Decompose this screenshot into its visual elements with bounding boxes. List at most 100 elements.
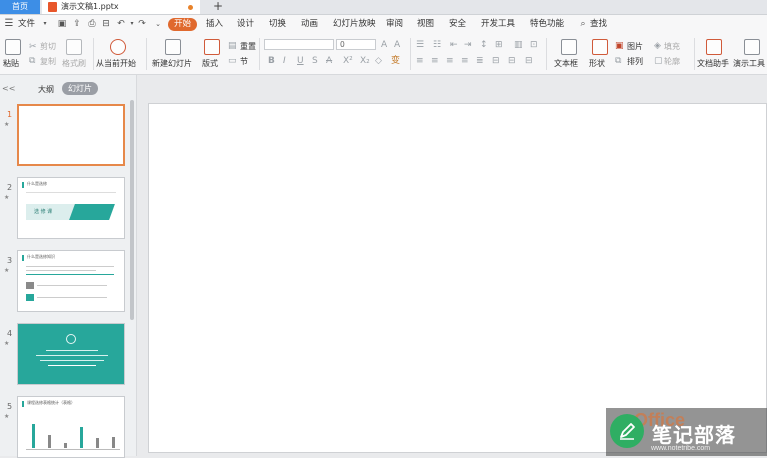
slides-tab[interactable]: 幻灯片 [62,82,98,95]
customize-icon[interactable]: ⌄ [153,19,163,29]
menu-developer[interactable]: 开发工具 [481,15,515,34]
align-right-icon[interactable]: ≡ [446,56,454,66]
preview-icon[interactable]: ⊟ [101,19,111,29]
undo-icon[interactable]: ↶ [116,19,126,29]
textbox-button[interactable]: 文本框 [554,58,578,69]
slide-thumbnail-1[interactable] [17,104,125,166]
convert-icon[interactable]: ⊟ [525,56,533,66]
menu-slideshow[interactable]: 幻灯片放映 [333,15,376,34]
distribute-icon[interactable]: ≣ [476,56,484,66]
menu-file[interactable]: 文件 [18,15,35,34]
slide-thumbnail-5[interactable]: 课程选修表格统计（表格） [17,396,125,458]
paste-button[interactable]: 粘贴 [3,58,19,69]
text-line [26,266,114,267]
underline-icon[interactable]: U [297,56,304,66]
slide-thumbnail-3[interactable]: 什么是选修知识 [17,250,125,312]
subscript-icon[interactable]: X₂ [360,56,370,66]
menu-animation[interactable]: 动画 [301,15,318,34]
presentation-tools-icon[interactable] [744,39,760,55]
shadow-icon[interactable]: S [312,56,318,66]
vertical-align-icon[interactable]: ⊟ [492,56,500,66]
title-marker [22,182,24,188]
superscript-icon[interactable]: X² [343,56,353,66]
current-slide-canvas[interactable] [148,103,767,453]
arrange-button[interactable]: 排列 [627,56,643,67]
print-icon[interactable]: ⎙ [87,19,97,29]
textbox-icon[interactable] [561,39,577,55]
numbering-icon[interactable]: ☷ [433,40,441,50]
menu-insert[interactable]: 插入 [206,15,223,34]
from-current-button[interactable]: 从当前开始 [96,58,136,69]
menu-review[interactable]: 审阅 [386,15,403,34]
menu-home[interactable]: 开始 [168,18,198,31]
slide-thumbnail-4[interactable] [17,323,125,385]
thumb-bar [112,437,115,448]
menu-transition[interactable]: 切换 [269,15,286,34]
font-name-select[interactable] [264,39,334,50]
justify-icon[interactable]: ≡ [461,56,469,66]
presentation-tools-button[interactable]: 演示工具 [733,58,765,69]
hamburger-menu-icon[interactable]: ☰ [4,19,14,29]
menu-view[interactable]: 视图 [417,15,434,34]
menu-search[interactable]: 查找 [590,15,607,34]
thumb-bar [48,435,51,448]
document-tab[interactable]: 演示文稿1.pptx [42,0,200,14]
increase-font-icon[interactable]: A [381,40,387,50]
picture-button[interactable]: 图片 [627,41,643,52]
bold-icon[interactable]: B [268,56,275,66]
search-icon[interactable]: ⌕ [578,19,588,29]
animation-star-icon: ★ [4,121,10,128]
fill-button[interactable]: 填充 [664,41,680,52]
text-direction-icon[interactable]: ⊞ [495,40,503,50]
home-tab[interactable]: 首页 [0,0,40,14]
undo-dropdown-icon[interactable]: ▾ [127,19,137,29]
columns-icon[interactable]: ▥ [514,40,523,50]
font-size-select[interactable]: 0 [336,39,376,50]
shape-icon[interactable] [592,39,608,55]
copy-button[interactable]: 复制 [40,56,56,67]
menu-features[interactable]: 特色功能 [530,15,564,34]
align-left-icon[interactable]: ≡ [416,56,424,66]
outline-button[interactable]: 轮廓 [664,56,680,67]
doc-helper-button[interactable]: 文档助手 [697,58,729,69]
font-color-icon[interactable]: 变 [391,56,400,66]
doc-helper-icon[interactable] [706,39,722,55]
collapse-panel-button[interactable]: << [2,84,15,93]
shape-button[interactable]: 形状 [589,58,605,69]
align-center-icon[interactable]: ≡ [431,56,439,66]
picture-icon: ▣ [615,41,624,51]
slide-thumbnail-2[interactable]: 什么是选修 选 修 课 [17,177,125,239]
bullets-icon[interactable]: ☰ [416,40,424,50]
cut-button[interactable]: 剪切 [40,41,56,52]
increase-indent-icon[interactable]: ⇥ [464,40,472,50]
line-spacing-icon[interactable]: ↕ [480,40,488,50]
reset-icon: ▤ [228,41,237,51]
format-painter-button[interactable]: 格式刷 [62,58,86,69]
new-slide-icon[interactable] [165,39,181,55]
strikethrough-icon[interactable]: A [326,56,332,66]
menu-design[interactable]: 设计 [237,15,254,34]
layout-button[interactable]: 版式 [202,58,218,69]
new-tab-button[interactable]: + [212,0,224,14]
export-icon[interactable]: ⇪ [72,19,82,29]
layout-icon[interactable] [204,39,220,55]
redo-icon[interactable]: ↷ [137,19,147,29]
clear-format-icon[interactable]: ◇ [375,56,382,66]
play-from-current-icon[interactable] [110,39,126,55]
file-dropdown-icon[interactable]: ▾ [40,19,50,29]
outline-tab[interactable]: 大纲 [38,84,54,95]
paste-icon[interactable] [5,39,21,55]
save-icon[interactable]: ▣ [57,19,67,29]
text-align-icon[interactable]: ⊟ [508,56,516,66]
italic-icon[interactable]: I [283,56,286,66]
decrease-indent-icon[interactable]: ⇤ [450,40,458,50]
watermark-site-name: 笔记部落 [652,423,736,447]
smart-art-icon[interactable]: ⊡ [530,40,538,50]
panel-scrollbar[interactable] [130,100,134,320]
decrease-font-icon[interactable]: A [394,40,400,50]
thumb-bar [80,427,83,448]
menu-security[interactable]: 安全 [449,15,466,34]
new-slide-button[interactable]: 新建幻灯片 [152,58,192,69]
reset-button[interactable]: 重置 [240,41,256,52]
section-button[interactable]: 节 [240,56,248,67]
